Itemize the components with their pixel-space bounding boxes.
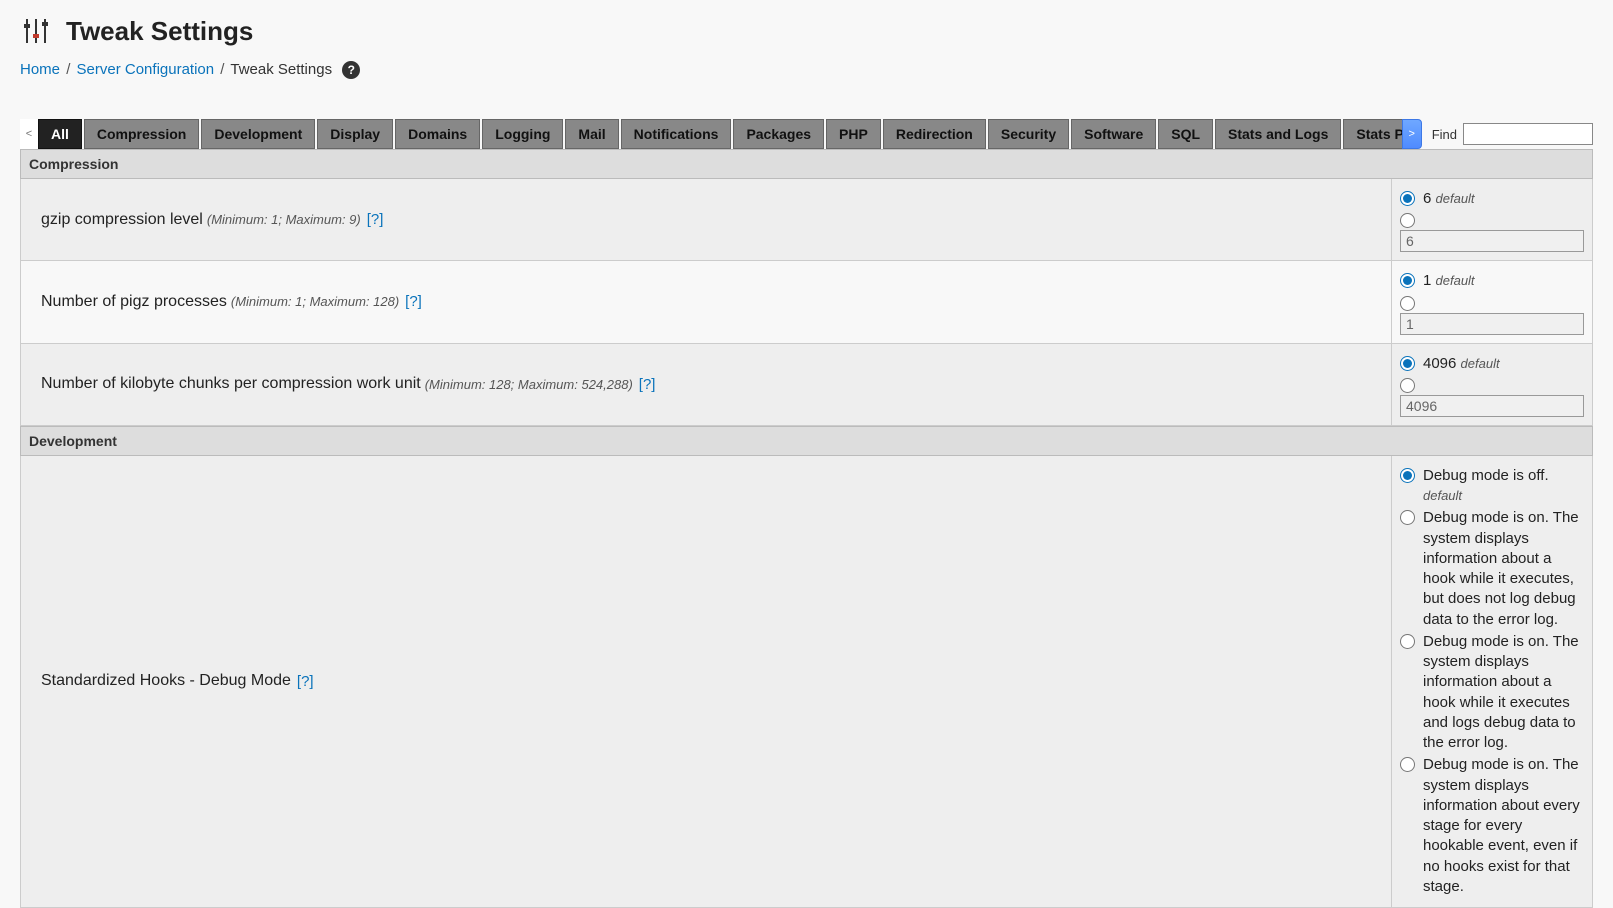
tabs-scroll-right[interactable]: > bbox=[1402, 119, 1422, 149]
default-label: default bbox=[1423, 488, 1462, 503]
tab-development[interactable]: Development bbox=[201, 119, 315, 149]
option-text: Debug mode is on. The system displays in… bbox=[1423, 755, 1584, 897]
setting-hint: (Minimum: 128; Maximum: 524,288) bbox=[425, 377, 633, 392]
help-link[interactable]: [?] bbox=[297, 673, 314, 690]
help-icon[interactable]: ? bbox=[342, 61, 360, 79]
default-label: default bbox=[1461, 356, 1500, 371]
breadcrumb-home[interactable]: Home bbox=[20, 61, 60, 78]
tab-packages[interactable]: Packages bbox=[733, 119, 824, 149]
tab-notifications[interactable]: Notifications bbox=[621, 119, 732, 149]
option-text: Debug mode is off. bbox=[1423, 467, 1549, 484]
default-label: default bbox=[1436, 273, 1475, 288]
find-input[interactable] bbox=[1463, 123, 1593, 145]
radio-hooks-on-all[interactable] bbox=[1400, 757, 1415, 772]
custom-value-input[interactable] bbox=[1400, 230, 1584, 252]
radio-hooks-off[interactable] bbox=[1400, 468, 1415, 483]
tab-software[interactable]: Software bbox=[1071, 119, 1156, 149]
setting-label: Number of kilobyte chunks per compressio… bbox=[41, 375, 421, 393]
tab-php[interactable]: PHP bbox=[826, 119, 881, 149]
setting-row-pigz: Number of pigz processes (Minimum: 1; Ma… bbox=[20, 261, 1593, 343]
section-header-development: Development bbox=[20, 426, 1593, 456]
tab-mail[interactable]: Mail bbox=[565, 119, 618, 149]
setting-label: Standardized Hooks - Debug Mode bbox=[41, 672, 291, 690]
setting-row-gzip: gzip compression level (Minimum: 1; Maxi… bbox=[20, 179, 1593, 261]
tweak-icon bbox=[20, 15, 52, 47]
tabs-scroll-left[interactable]: < bbox=[20, 119, 38, 149]
tab-security[interactable]: Security bbox=[988, 119, 1069, 149]
tab-stats-programs[interactable]: Stats Programs bbox=[1343, 119, 1401, 149]
breadcrumb-sep: / bbox=[220, 61, 224, 78]
tab-redirection[interactable]: Redirection bbox=[883, 119, 986, 149]
custom-value-input[interactable] bbox=[1400, 313, 1584, 335]
page-title: Tweak Settings bbox=[66, 16, 253, 47]
tab-compression[interactable]: Compression bbox=[84, 119, 199, 149]
radio-custom[interactable] bbox=[1400, 378, 1415, 393]
tab-all[interactable]: All bbox=[38, 119, 82, 149]
breadcrumb-sep: / bbox=[66, 61, 70, 78]
page-header: Tweak Settings bbox=[20, 15, 1593, 47]
tab-logging[interactable]: Logging bbox=[482, 119, 563, 149]
section-header-compression: Compression bbox=[20, 149, 1593, 179]
radio-custom[interactable] bbox=[1400, 296, 1415, 311]
setting-row-chunks: Number of kilobyte chunks per compressio… bbox=[20, 344, 1593, 426]
tab-domains[interactable]: Domains bbox=[395, 119, 480, 149]
radio-custom[interactable] bbox=[1400, 213, 1415, 228]
radio-default[interactable] bbox=[1400, 356, 1415, 371]
radio-default[interactable] bbox=[1400, 273, 1415, 288]
help-link[interactable]: [?] bbox=[639, 376, 656, 393]
tab-sql[interactable]: SQL bbox=[1158, 119, 1213, 149]
help-link[interactable]: [?] bbox=[367, 211, 384, 228]
default-value: 1 bbox=[1423, 272, 1431, 289]
setting-label: Number of pigz processes bbox=[41, 293, 227, 311]
option-text: Debug mode is on. The system displays in… bbox=[1423, 508, 1584, 630]
find-label: Find bbox=[1432, 127, 1457, 142]
breadcrumb-current: Tweak Settings bbox=[230, 61, 332, 78]
default-label: default bbox=[1436, 191, 1475, 206]
radio-hooks-on-log[interactable] bbox=[1400, 634, 1415, 649]
default-value: 4096 bbox=[1423, 355, 1456, 372]
option-text: Debug mode is on. The system displays in… bbox=[1423, 632, 1584, 754]
setting-label: gzip compression level bbox=[41, 211, 203, 229]
tab-stats-logs[interactable]: Stats and Logs bbox=[1215, 119, 1341, 149]
default-value: 6 bbox=[1423, 190, 1431, 207]
tabs: All Compression Development Display Doma… bbox=[38, 119, 1402, 149]
custom-value-input[interactable] bbox=[1400, 395, 1584, 417]
setting-hint: (Minimum: 1; Maximum: 128) bbox=[231, 294, 399, 309]
breadcrumb: Home / Server Configuration / Tweak Sett… bbox=[20, 61, 1593, 79]
setting-row-hooks-debug: Standardized Hooks - Debug Mode [?] Debu… bbox=[20, 456, 1593, 908]
help-link[interactable]: [?] bbox=[405, 293, 422, 310]
radio-hooks-on-display[interactable] bbox=[1400, 510, 1415, 525]
radio-default[interactable] bbox=[1400, 191, 1415, 206]
setting-hint: (Minimum: 1; Maximum: 9) bbox=[207, 212, 361, 227]
breadcrumb-server-config[interactable]: Server Configuration bbox=[77, 61, 215, 78]
tab-display[interactable]: Display bbox=[317, 119, 393, 149]
